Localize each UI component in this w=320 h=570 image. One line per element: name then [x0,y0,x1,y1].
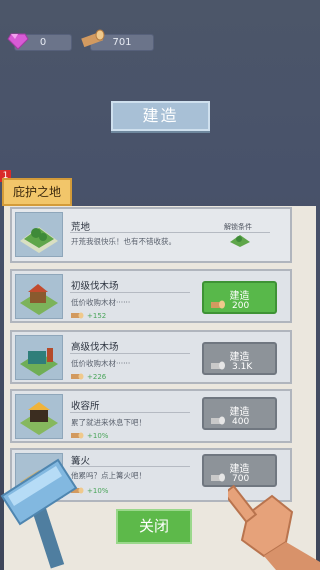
building-desc: 低价收购木材······ [71,359,131,368]
advanced-mill-icon [20,348,58,376]
wood-small-icon [71,432,84,439]
wood-small-icon [71,373,84,380]
tab-shelter[interactable]: 庇护之地 [2,178,72,206]
building-name: 初级伐木场 [71,281,119,292]
building-gain: +226 [87,373,107,381]
wood-log-icon [211,300,225,309]
game-screen: 0 701 建造 1 庇护之地 荒地 开荒我很快乐！也有不错收获。 解锁条件 初… [0,0,320,570]
shelter-thumbnail [15,394,63,439]
divider [70,412,190,413]
unlock-condition-label: 解锁条件 [224,223,252,231]
building-name: 收容所 [71,401,100,412]
wasteland-thumbnail [15,212,63,257]
wood-log-icon [211,416,225,425]
pointing-hand-icon [228,484,320,570]
close-button[interactable]: 关闭 [116,509,192,544]
divider [70,292,190,293]
gem-icon [7,33,29,50]
wood-log-icon [211,473,225,482]
building-row-lumber-basic[interactable]: 初级伐木场 低价收购木材······ +152 建造 200 [10,269,292,323]
wood-small-icon [71,312,84,319]
wood-log-icon [211,361,225,370]
build-button-lumber-basic[interactable]: 建造 200 [202,281,277,314]
building-desc: 低价收购木材······ [71,298,131,307]
divider [70,353,190,354]
build-cost: 400 [232,417,250,427]
wasteland-name: 荒地 [71,222,91,233]
lumber-advanced-thumbnail [15,335,63,380]
gem-counter: 0 [7,33,72,51]
building-gain: +152 [87,312,107,320]
lumber-mill-icon [20,284,58,315]
building-desc: 累了就进来休息下吧！ [71,418,146,427]
wasteland-desc: 开荒我很快乐！也有不错收获。 [71,237,176,246]
build-button-lumber-advanced[interactable]: 建造 3.1K [202,342,277,375]
mini-island-icon [230,235,250,247]
building-row-shelter[interactable]: 收容所 累了就进来休息下吧！ +10% 建造 400 [10,389,292,443]
building-gain: +10% [87,432,109,440]
building-row-lumber-advanced[interactable]: 高级伐木场 低价收购木材······ +226 建造 3.1K [10,330,292,384]
wood-counter: 701 [81,29,154,51]
wood-log-icon [81,29,105,48]
build-cost: 200 [232,301,250,311]
wood-count: 701 [112,37,132,48]
building-name: 高级伐木场 [71,342,119,353]
wasteland-panel[interactable]: 荒地 开荒我很快乐！也有不错收获。 解锁条件 [10,207,292,263]
build-cost: 3.1K [232,362,253,372]
gem-count: 0 [39,37,47,48]
lumber-basic-thumbnail [15,274,63,319]
hammer-icon [0,458,78,569]
build-button-shelter[interactable]: 建造 400 [202,397,277,430]
island-icon [20,227,58,253]
build-title-button[interactable]: 建造 [111,101,210,131]
shelter-icon [20,402,58,435]
